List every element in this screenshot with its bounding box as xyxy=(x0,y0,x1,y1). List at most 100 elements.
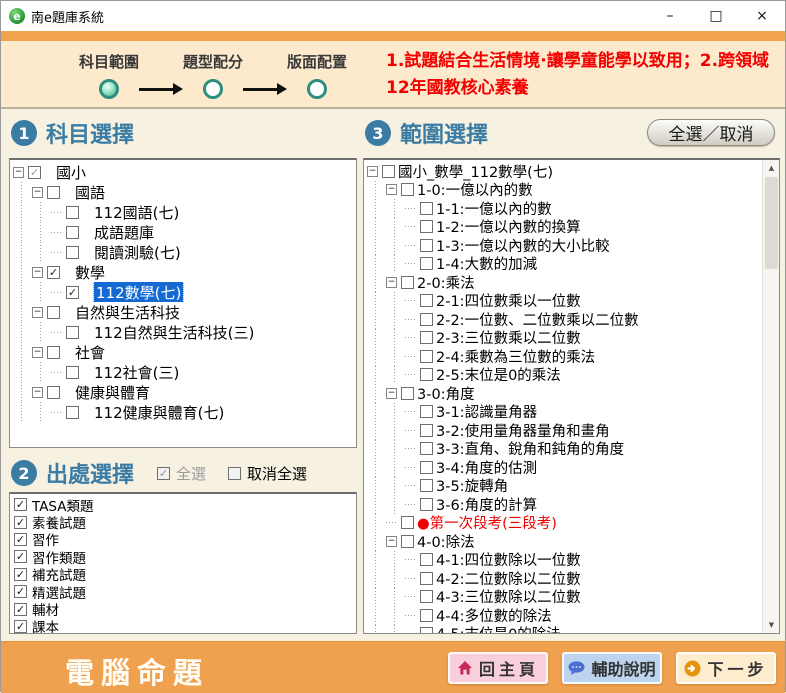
tree-checkbox[interactable] xyxy=(420,461,433,474)
scroll-up-icon[interactable]: ▲ xyxy=(763,160,780,176)
tree-item[interactable]: ✓112數學(七) xyxy=(13,282,356,302)
tree-checkbox[interactable] xyxy=(66,366,79,379)
tree-checkbox[interactable] xyxy=(420,313,433,326)
tree-checkbox[interactable] xyxy=(420,202,433,215)
tree-checkbox[interactable] xyxy=(420,479,433,492)
tree-checkbox[interactable] xyxy=(420,498,433,511)
list-checkbox[interactable]: ✓ xyxy=(14,516,27,529)
tree-item[interactable]: 4-4:多位數的除法 xyxy=(367,606,762,625)
tree-item[interactable]: 3-5:旋轉角 xyxy=(367,477,762,496)
tree-item[interactable]: 3-4:角度的估測 xyxy=(367,458,762,477)
source-list-item[interactable]: ✓TASA類題 xyxy=(14,496,356,513)
tree-checkbox[interactable] xyxy=(420,553,433,566)
tree-item[interactable]: 112社會(三) xyxy=(13,362,356,382)
scroll-down-icon[interactable]: ▼ xyxy=(763,617,780,633)
tree-item[interactable]: −健康與體育 xyxy=(13,382,356,402)
tree-checkbox[interactable] xyxy=(47,306,60,319)
tree-item[interactable]: 4-5:末位是0的除法 xyxy=(367,625,762,635)
tree-checkbox[interactable] xyxy=(420,257,433,270)
tree-item[interactable]: −✓國小 xyxy=(13,162,356,182)
tree-item[interactable]: −國語 xyxy=(13,182,356,202)
list-checkbox[interactable]: ✓ xyxy=(14,568,27,581)
tree-checkbox[interactable]: ✓ xyxy=(28,166,41,179)
tree-item[interactable]: 2-1:四位數乘以一位數 xyxy=(367,292,762,311)
tree-checkbox[interactable] xyxy=(66,406,79,419)
close-button[interactable]: × xyxy=(739,1,785,31)
tree-checkbox[interactable] xyxy=(66,206,79,219)
tree-item[interactable]: 112自然與生活科技(三) xyxy=(13,322,356,342)
expand-toggle-icon[interactable]: − xyxy=(386,277,397,288)
tree-item[interactable]: 成語題庫 xyxy=(13,222,356,242)
tree-checkbox[interactable] xyxy=(420,239,433,252)
tree-checkbox[interactable] xyxy=(401,535,414,548)
expand-toggle-icon[interactable]: − xyxy=(386,184,397,195)
tree-item[interactable]: 1-2:一億以內數的換算 xyxy=(367,218,762,237)
tree-checkbox[interactable] xyxy=(401,183,414,196)
tree-item[interactable]: 4-2:二位數除以二位數 xyxy=(367,569,762,588)
list-checkbox[interactable]: ✓ xyxy=(14,603,27,616)
maximize-button[interactable]: □ xyxy=(693,1,739,31)
help-button[interactable]: 輔助說明 xyxy=(562,652,662,684)
tree-item[interactable]: −4-0:除法 xyxy=(367,532,762,551)
tree-item[interactable]: 3-3:直角、銳角和鈍角的角度 xyxy=(367,440,762,459)
tree-item[interactable]: 2-5:末位是0的乘法 xyxy=(367,366,762,385)
list-checkbox[interactable]: ✓ xyxy=(14,498,27,511)
tree-checkbox[interactable]: ✓ xyxy=(66,286,79,299)
tree-item[interactable]: −1-0:一億以內的數 xyxy=(367,181,762,200)
tree-item[interactable]: 1-1:一億以內的數 xyxy=(367,199,762,218)
tree-checkbox[interactable] xyxy=(420,442,433,455)
tree-item[interactable]: 4-1:四位數除以一位數 xyxy=(367,551,762,570)
minimize-button[interactable]: – xyxy=(647,1,693,31)
tree-checkbox[interactable] xyxy=(420,220,433,233)
checkbox-icon[interactable] xyxy=(228,467,241,480)
tree-item[interactable]: 閱讀測驗(七) xyxy=(13,242,356,262)
tree-item[interactable]: 3-2:使用量角器量角和畫角 xyxy=(367,421,762,440)
tree-item[interactable]: −社會 xyxy=(13,342,356,362)
tree-item[interactable]: ●第一次段考(三段考) xyxy=(367,514,762,533)
tree-checkbox[interactable] xyxy=(47,186,60,199)
expand-toggle-icon[interactable]: − xyxy=(32,267,43,278)
scrollbar-thumb[interactable] xyxy=(765,177,778,269)
tree-item[interactable]: 3-6:角度的計算 xyxy=(367,495,762,514)
tree-checkbox[interactable] xyxy=(66,326,79,339)
tree-checkbox[interactable] xyxy=(66,226,79,239)
tree-item[interactable]: 112國語(七) xyxy=(13,202,356,222)
tree-item[interactable]: −2-0:乘法 xyxy=(367,273,762,292)
tree-item[interactable]: 2-4:乘數為三位數的乘法 xyxy=(367,347,762,366)
source-list-item[interactable]: ✓精選試題 xyxy=(14,583,356,600)
list-checkbox[interactable]: ✓ xyxy=(14,550,27,563)
tree-item[interactable]: 1-3:一億以內數的大小比較 xyxy=(367,236,762,255)
expand-toggle-icon[interactable]: − xyxy=(32,307,43,318)
checkbox-icon[interactable]: ✓ xyxy=(157,467,170,480)
source-list-item[interactable]: ✓課本 xyxy=(14,618,356,634)
expand-toggle-icon[interactable]: − xyxy=(13,167,24,178)
source-list-item[interactable]: ✓習作類題 xyxy=(14,548,356,565)
tree-checkbox[interactable] xyxy=(420,572,433,585)
tree-item[interactable]: 112健康與體育(七) xyxy=(13,402,356,422)
scrollbar[interactable]: ▲ ▼ xyxy=(762,160,779,633)
list-checkbox[interactable]: ✓ xyxy=(14,620,27,633)
tree-item[interactable]: −✓數學 xyxy=(13,262,356,282)
tree-checkbox[interactable] xyxy=(420,405,433,418)
tree-item[interactable]: −3-0:角度 xyxy=(367,384,762,403)
tree-item[interactable]: 2-3:三位數乘以二位數 xyxy=(367,329,762,348)
deselect-all-checkbox[interactable]: 取消全選 xyxy=(228,463,307,484)
tree-checkbox[interactable] xyxy=(401,276,414,289)
tree-item[interactable]: −自然與生活科技 xyxy=(13,302,356,322)
home-button[interactable]: 回主頁 xyxy=(448,652,548,684)
tree-item[interactable]: −國小_數學_112數學(七) xyxy=(367,162,762,181)
tree-checkbox[interactable] xyxy=(420,590,433,603)
tree-checkbox[interactable] xyxy=(420,294,433,307)
expand-toggle-icon[interactable]: − xyxy=(367,166,378,177)
source-list-item[interactable]: ✓素養試題 xyxy=(14,513,356,530)
tree-checkbox[interactable] xyxy=(382,165,395,178)
tree-checkbox[interactable] xyxy=(420,368,433,381)
expand-toggle-icon[interactable]: − xyxy=(32,387,43,398)
tree-item[interactable]: 4-3:三位數除以二位數 xyxy=(367,588,762,607)
next-button[interactable]: 下一步 xyxy=(676,652,776,684)
expand-toggle-icon[interactable]: − xyxy=(386,536,397,547)
tree-checkbox[interactable] xyxy=(66,246,79,259)
tree-item[interactable]: 1-4:大數的加減 xyxy=(367,255,762,274)
select-toggle-button[interactable]: 全選／取消 xyxy=(647,119,775,146)
tree-checkbox[interactable] xyxy=(47,386,60,399)
